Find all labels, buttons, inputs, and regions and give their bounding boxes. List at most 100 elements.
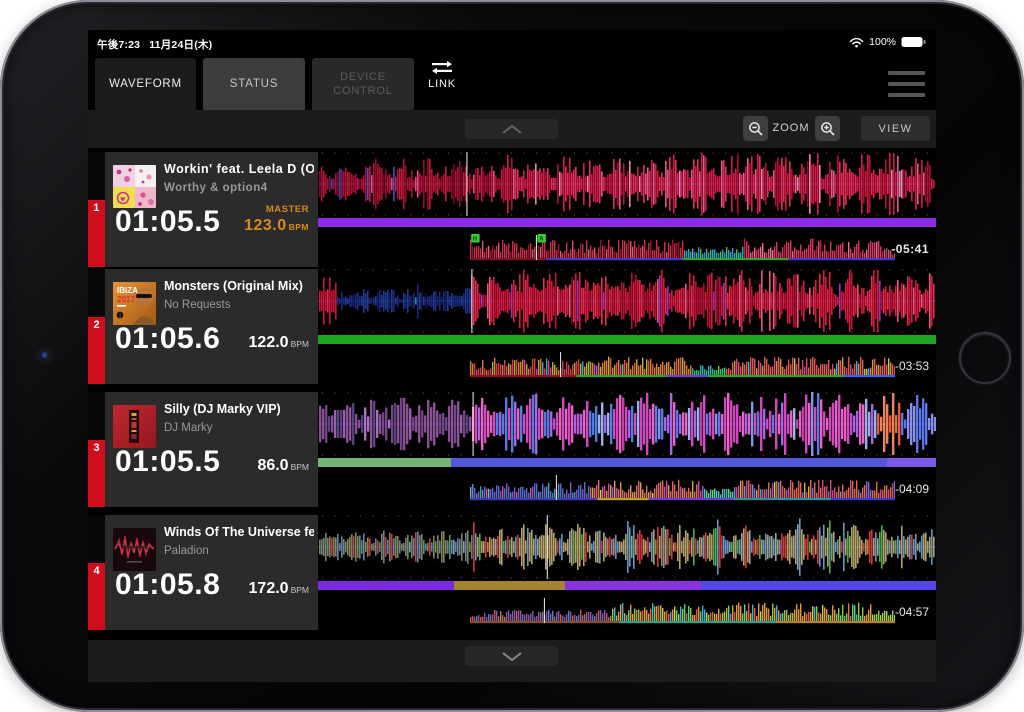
elapsed-time: 01:05.5 xyxy=(115,205,221,238)
deck-number: 2 xyxy=(93,319,100,331)
statusbar-right: 100% xyxy=(849,36,926,48)
deck-number-badge: 2 xyxy=(88,317,105,384)
statusbar-date: 11月24日(木) xyxy=(149,39,213,51)
deck-number: 3 xyxy=(93,442,100,454)
track-progress-bar[interactable] xyxy=(318,335,936,344)
track-title: Silly (DJ Marky VIP) xyxy=(164,402,281,416)
overview-waveform[interactable] xyxy=(470,351,895,378)
deck-number: 1 xyxy=(93,202,100,214)
track-progress-bar[interactable] xyxy=(318,218,936,227)
zoom-label: ZOOM xyxy=(772,122,810,134)
overview-waveform[interactable]: HA xyxy=(470,234,895,261)
remaining-time: -04:09 xyxy=(894,482,929,496)
bpm-value: 122.0 xyxy=(248,334,289,351)
deck-info-panel[interactable]: Winds Of The Universe feat… Paladion 01:… xyxy=(105,515,318,630)
tab-status[interactable]: STATUS xyxy=(203,58,305,110)
main-waveform[interactable] xyxy=(318,152,936,216)
home-button[interactable] xyxy=(959,332,1011,384)
deck-number-stripe: 4 xyxy=(88,515,105,630)
deck-row: 4 Winds Of The Universe feat… Paladion 0… xyxy=(88,515,936,630)
overview-waveform[interactable] xyxy=(470,597,895,624)
view-button[interactable]: VIEW xyxy=(861,116,930,141)
tab-link-label: LINK xyxy=(428,78,456,90)
bpm-box: 172.0 BPM xyxy=(249,567,309,598)
link-arrows-icon xyxy=(432,61,452,74)
waveform-panel: HA -05:41 xyxy=(318,152,936,267)
zoom-out-button[interactable] xyxy=(743,116,768,141)
elapsed-time: 01:05.8 xyxy=(115,568,221,601)
deck-number-badge: 4 xyxy=(88,563,105,630)
tab-waveform[interactable]: WAVEFORM xyxy=(95,58,196,110)
deck-number-badge: 1 xyxy=(88,200,105,267)
deck-row: 2 IBIZA 2017 i Monsters (Original Mix) N… xyxy=(88,269,936,384)
track-progress-bar[interactable] xyxy=(318,581,936,590)
scroll-up-button[interactable] xyxy=(465,119,558,139)
album-art xyxy=(113,405,156,448)
deck-info-panel[interactable]: IBIZA 2017 i Monsters (Original Mix) No … xyxy=(105,269,318,384)
bpm-unit: BPM xyxy=(288,222,309,232)
album-art: ♥ xyxy=(113,165,156,208)
album-art xyxy=(113,528,156,571)
bpm-unit: BPM xyxy=(290,462,309,472)
bpm-value: 172.0 xyxy=(248,580,289,597)
track-progress-bar[interactable] xyxy=(318,458,936,467)
svg-text:i: i xyxy=(119,313,120,319)
album-art: IBIZA 2017 i xyxy=(113,282,156,325)
bpm-unit: BPM xyxy=(290,339,309,349)
deck-info-panel[interactable]: Silly (DJ Marky VIP) DJ Marky 01:05.5 86… xyxy=(105,392,318,507)
bpm-value: 86.0 xyxy=(257,457,289,474)
track-artist: Worthy & option4 xyxy=(164,182,268,194)
track-title: Monsters (Original Mix) xyxy=(164,279,303,293)
bpm-box: 122.0 BPM xyxy=(249,321,309,352)
ipad-bezel: 午後7:23 11月24日(木) 100% WAVEFORM STATUS DEV… xyxy=(0,0,1024,712)
deck-list: 1 ♥ Workin' feat. Leela D (Origi… Worthy… xyxy=(88,152,936,638)
scroll-down-button[interactable] xyxy=(465,646,558,666)
svg-text:2017: 2017 xyxy=(117,295,135,304)
magnifier-plus-icon xyxy=(820,121,835,136)
menu-hamburger-icon[interactable] xyxy=(888,71,925,97)
deck-row: 1 ♥ Workin' feat. Leela D (Origi… Worthy… xyxy=(88,152,936,267)
elapsed-time: 01:05.6 xyxy=(115,322,221,355)
remaining-time: -05:41 xyxy=(891,242,929,256)
remaining-time: -04:57 xyxy=(894,605,929,619)
elapsed-time: 01:05.5 xyxy=(115,445,221,478)
wifi-icon xyxy=(849,37,864,47)
overview-waveform[interactable] xyxy=(470,474,895,501)
chevron-up-icon xyxy=(501,124,522,134)
chevron-down-icon xyxy=(501,651,522,661)
main-waveform[interactable] xyxy=(318,515,936,579)
tab-device-control-label: DEVICE CONTROL xyxy=(333,70,393,97)
track-artist: DJ Marky xyxy=(164,422,213,434)
main-waveform[interactable] xyxy=(318,269,936,333)
bpm-unit: BPM xyxy=(290,585,309,595)
svg-text:A: A xyxy=(539,237,544,243)
master-badge: MASTER xyxy=(265,204,309,215)
statusbar-time: 午後7:23 xyxy=(97,39,141,51)
track-title: Winds Of The Universe feat… xyxy=(164,525,314,539)
svg-text:H: H xyxy=(473,237,478,243)
main-waveform[interactable] xyxy=(318,392,936,456)
bpm-value: 123.0 xyxy=(244,217,287,234)
tab-link[interactable]: LINK xyxy=(418,61,466,109)
waveform-panel: -04:09 xyxy=(318,392,936,507)
svg-text:♥: ♥ xyxy=(120,194,126,204)
tab-device-control[interactable]: DEVICE CONTROL xyxy=(312,58,414,110)
battery-icon xyxy=(901,37,926,47)
remaining-time: -03:53 xyxy=(894,359,929,373)
deck-info-panel[interactable]: ♥ Workin' feat. Leela D (Origi… Worthy &… xyxy=(105,152,318,267)
deck-number: 4 xyxy=(93,565,100,577)
zoom-in-button[interactable] xyxy=(815,116,840,141)
deck-number-stripe: 1 xyxy=(88,152,105,267)
bpm-box: MASTER 123.0 BPM xyxy=(244,204,309,235)
app-screen: 午後7:23 11月24日(木) 100% WAVEFORM STATUS DEV… xyxy=(88,30,936,682)
deck-number-stripe: 3 xyxy=(88,392,105,507)
front-camera-icon xyxy=(40,351,49,360)
track-artist: No Requests xyxy=(164,299,231,311)
svg-text:IBIZA: IBIZA xyxy=(117,286,138,295)
waveform-panel: -04:57 xyxy=(318,515,936,630)
track-title: Workin' feat. Leela D (Origi… xyxy=(164,162,314,176)
statusbar-clock: 午後7:23 11月24日(木) xyxy=(97,37,221,52)
waveform-panel: -03:53 xyxy=(318,269,936,384)
battery-percent: 100% xyxy=(869,36,896,48)
bpm-box: 86.0 BPM xyxy=(257,444,309,475)
